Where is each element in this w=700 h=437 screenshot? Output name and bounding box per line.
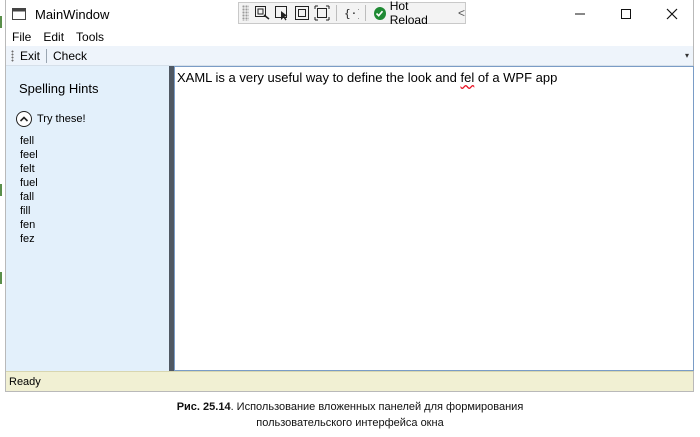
select-element-button[interactable] xyxy=(272,4,292,22)
misspelled-word[interactable]: fel xyxy=(461,70,475,85)
hint-item: fen xyxy=(20,219,36,231)
expander-label: Try these! xyxy=(37,113,86,125)
xaml-debug-toolbar: {·} Hot Reload < xyxy=(238,0,466,27)
exit-button[interactable]: Exit xyxy=(18,49,44,63)
toolbar-grip-icon[interactable] xyxy=(242,5,250,21)
title-bar: MainWindow {· Hot Reload < xyxy=(6,0,693,28)
track-focus-icon xyxy=(314,5,330,21)
hint-item: felt xyxy=(20,163,35,175)
select-pointer-icon xyxy=(275,6,288,21)
check-icon xyxy=(374,6,386,20)
maximize-button[interactable] xyxy=(603,0,649,28)
collapse-toolbar-chevron-icon[interactable]: < xyxy=(458,6,465,20)
spelling-hints-panel: Spelling Hints Try these! fell feel felt… xyxy=(6,66,169,371)
binding-braces-icon: {·} xyxy=(344,7,359,20)
hint-item: fall xyxy=(20,191,35,203)
toolbar-overflow-icon[interactable]: ▾ xyxy=(685,51,689,60)
hint-item: fell xyxy=(20,135,35,147)
minimize-button[interactable] xyxy=(557,0,603,28)
hint-item: fuel xyxy=(20,177,38,189)
spelling-hints-title: Spelling Hints xyxy=(19,81,99,96)
close-icon xyxy=(666,8,678,20)
live-visual-tree-button[interactable] xyxy=(252,4,272,22)
editor-text-before: XAML is a very useful way to define the … xyxy=(177,70,461,85)
display-layout-adorners-button[interactable] xyxy=(292,4,312,22)
hot-reload-label: Hot Reload xyxy=(389,0,428,27)
hint-item: fill xyxy=(20,205,31,217)
tool-bar: Exit Check ▾ xyxy=(6,46,693,66)
check-button[interactable]: Check xyxy=(51,49,91,63)
menu-tools[interactable]: Tools xyxy=(70,30,110,44)
toolbar-grip-icon[interactable] xyxy=(11,49,14,62)
main-window: MainWindow {· Hot Reload < File Edit Too… xyxy=(5,0,694,392)
background-code-mark xyxy=(0,184,4,196)
menu-file[interactable]: File xyxy=(6,30,37,44)
hint-list: fell feel felt fuel fall fill fen fez xyxy=(20,134,38,246)
caption-text-1: . Использование вложенных панелей для фо… xyxy=(230,401,524,413)
text-editor[interactable]: XAML is a very useful way to define the … xyxy=(174,66,694,371)
try-these-expander[interactable]: Try these! xyxy=(16,111,86,127)
binding-failures-button[interactable]: {·} xyxy=(341,4,361,22)
caption-line-1: Рис. 25.14. Использование вложенных пане… xyxy=(0,399,700,415)
editor-content: XAML is a very useful way to define the … xyxy=(177,70,557,85)
status-bar: Ready xyxy=(6,371,693,391)
svg-text:{·}: {·} xyxy=(344,7,359,20)
figure-caption: Рис. 25.14. Использование вложенных пане… xyxy=(0,399,700,431)
layout-adorner-icon xyxy=(295,6,310,20)
figure-label: Рис. 25.14 xyxy=(176,401,231,413)
track-focus-button[interactable] xyxy=(312,4,332,22)
visual-tree-icon xyxy=(255,6,270,20)
expander-chevron-up-icon[interactable] xyxy=(16,111,32,127)
editor-text-after: of a WPF app xyxy=(474,70,558,85)
caption-line-2: пользовательского интерфейса окна xyxy=(256,417,444,429)
hot-reload-status[interactable]: Hot Reload xyxy=(370,0,448,27)
toolbar-separator xyxy=(336,5,338,21)
app-window-icon xyxy=(12,8,26,20)
background-code-mark xyxy=(0,272,4,284)
menu-edit[interactable]: Edit xyxy=(37,30,70,44)
minimize-icon xyxy=(575,13,585,15)
hint-item: fez xyxy=(20,233,35,245)
hint-item: feel xyxy=(20,149,38,161)
maximize-icon xyxy=(621,9,631,19)
toolbar-separator xyxy=(46,48,48,63)
background-code-mark xyxy=(0,16,4,28)
menu-bar: File Edit Tools xyxy=(6,28,693,46)
close-button[interactable] xyxy=(649,0,695,28)
window-title: MainWindow xyxy=(35,7,110,22)
toolbar-separator xyxy=(365,5,366,21)
status-text: Ready xyxy=(9,375,41,388)
